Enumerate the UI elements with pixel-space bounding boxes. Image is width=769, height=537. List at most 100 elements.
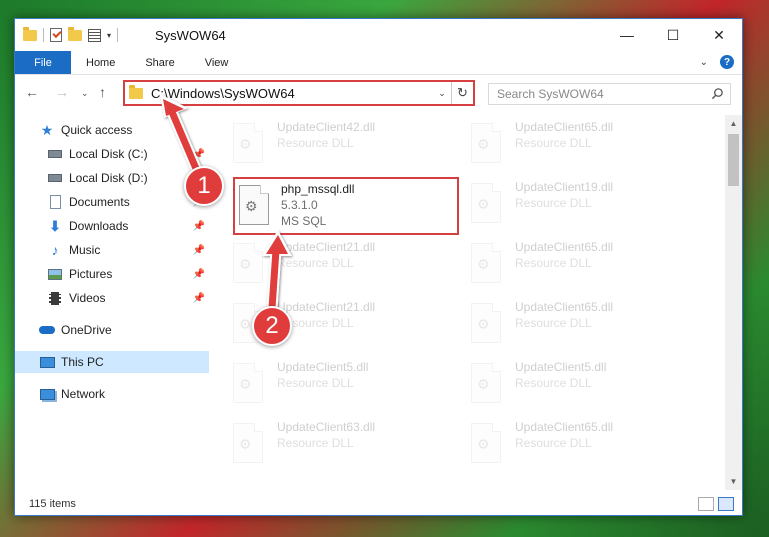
large-icons-view-icon[interactable] bbox=[718, 497, 734, 511]
sidebar-item-quick-access[interactable]: ★ Quick access bbox=[15, 119, 209, 141]
file-name: UpdateClient5.dll bbox=[277, 360, 369, 374]
pin-icon[interactable]: 📌 bbox=[193, 293, 205, 304]
view-toggle bbox=[698, 497, 734, 511]
sidebar-item-music[interactable]: ♪ Music 📌 bbox=[15, 239, 209, 261]
pin-icon[interactable]: 📌 bbox=[193, 245, 205, 256]
tab-view[interactable]: View bbox=[190, 51, 244, 74]
sidebar-item-label: Music bbox=[69, 243, 101, 257]
sidebar-item-label: Local Disk (D:) bbox=[69, 171, 148, 185]
toolbar-divider bbox=[117, 28, 119, 42]
dll-file-icon: ⚙ bbox=[233, 123, 263, 163]
gear-icon: ⚙ bbox=[477, 256, 490, 272]
file-list: ⚙ UpdateClient42.dll Resource DLL ⚙ php_m… bbox=[209, 115, 725, 490]
file-item[interactable]: ⚙ UpdateClient65.dll Resource DLL bbox=[461, 117, 681, 173]
music-icon: ♪ bbox=[51, 242, 59, 258]
file-name: UpdateClient19.dll bbox=[515, 180, 614, 194]
refresh-icon[interactable]: ↻ bbox=[451, 82, 473, 104]
file-type: Resource DLL bbox=[515, 256, 592, 270]
file-item[interactable]: ⚙ UpdateClient42.dll Resource DLL bbox=[223, 117, 443, 173]
maximize-button[interactable]: ☐ bbox=[650, 19, 696, 51]
file-explorer-window: ▾ SysWOW64 — ☐ ✕ File Home Share View ⌄ … bbox=[14, 18, 743, 516]
videos-icon bbox=[47, 290, 63, 306]
back-arrow-icon[interactable]: ← bbox=[25, 84, 39, 100]
expand-ribbon-chevron-icon[interactable]: ⌄ bbox=[700, 57, 708, 68]
help-icon[interactable]: ? bbox=[720, 55, 734, 69]
file-item[interactable]: ⚙ UpdateClient5.dll Resource DLL bbox=[223, 357, 443, 413]
scroll-down-arrow-icon[interactable]: ▼ bbox=[725, 473, 742, 490]
forward-arrow-icon[interactable]: → bbox=[55, 84, 69, 100]
sidebar-item-documents[interactable]: Documents 📌 bbox=[15, 191, 209, 213]
dll-file-icon: ⚙ bbox=[471, 363, 501, 403]
file-name: UpdateClient65.dll bbox=[515, 420, 614, 434]
download-icon: ⬇ bbox=[49, 217, 61, 234]
sidebar-item-this-pc[interactable]: This PC bbox=[15, 351, 209, 373]
pin-icon[interactable]: 📌 bbox=[193, 221, 205, 232]
window-controls: — ☐ ✕ bbox=[604, 19, 742, 51]
file-item[interactable]: ⚙ UpdateClient63.dll Resource DLL bbox=[223, 417, 443, 473]
item-count: 115 items bbox=[29, 498, 76, 510]
dll-file-icon: ⚙ bbox=[471, 243, 501, 283]
properties-check-icon[interactable] bbox=[50, 28, 62, 42]
file-type: Resource DLL bbox=[277, 436, 354, 450]
folder-icon[interactable] bbox=[23, 26, 37, 41]
dll-file-icon: ⚙ bbox=[471, 183, 501, 223]
file-item[interactable]: ⚙ UpdateClient21.dll Resource DLL bbox=[223, 237, 443, 293]
scroll-up-arrow-icon[interactable]: ▲ bbox=[725, 115, 742, 132]
properties-icon[interactable] bbox=[88, 28, 101, 42]
pin-icon[interactable]: 📌 bbox=[193, 149, 205, 160]
close-button[interactable]: ✕ bbox=[696, 19, 742, 51]
customize-toolbar-chevron-icon[interactable]: ▾ bbox=[107, 31, 111, 40]
dll-file-icon: ⚙ bbox=[471, 423, 501, 463]
tab-home[interactable]: Home bbox=[71, 51, 130, 74]
search-icon[interactable] bbox=[711, 87, 724, 100]
search-input[interactable]: Search SysWOW64 bbox=[488, 83, 731, 105]
file-item[interactable]: ⚙ UpdateClient65.dll Resource DLL bbox=[461, 297, 681, 353]
sidebar-item-network[interactable]: Network bbox=[15, 383, 209, 405]
file-type: Resource DLL bbox=[515, 316, 592, 330]
gear-icon: ⚙ bbox=[239, 376, 252, 392]
ribbon-right-controls: ⌄ ? bbox=[700, 55, 734, 69]
file-item[interactable]: ⚙ UpdateClient5.dll Resource DLL bbox=[461, 357, 681, 413]
sidebar-item-videos[interactable]: Videos 📌 bbox=[15, 287, 209, 309]
tab-file[interactable]: File bbox=[15, 51, 71, 74]
file-name: UpdateClient65.dll bbox=[515, 300, 614, 314]
drive-icon bbox=[47, 170, 63, 186]
file-item[interactable]: ⚙ UpdateClient65.dll Resource DLL bbox=[461, 237, 681, 293]
gear-icon: ⚙ bbox=[239, 316, 252, 332]
sidebar-item-label: Network bbox=[61, 387, 106, 401]
sidebar-item-local-disk-c[interactable]: Local Disk (C:) 📌 bbox=[15, 143, 209, 165]
address-path[interactable]: C:\Windows\SysWOW64 bbox=[151, 86, 433, 101]
up-arrow-icon[interactable]: ↑ bbox=[99, 84, 106, 100]
search-placeholder: Search SysWOW64 bbox=[497, 87, 604, 101]
file-item[interactable]: ⚙ UpdateClient19.dll Resource DLL bbox=[461, 177, 681, 233]
vertical-scrollbar[interactable]: ▲ ▼ bbox=[725, 115, 742, 490]
cloud-icon bbox=[39, 322, 55, 338]
documents-icon bbox=[47, 194, 63, 210]
minimize-button[interactable]: — bbox=[604, 19, 650, 51]
file-type: Resource DLL bbox=[277, 376, 354, 390]
sidebar-item-pictures[interactable]: Pictures 📌 bbox=[15, 263, 209, 285]
address-bar[interactable]: C:\Windows\SysWOW64 ⌄ ↻ bbox=[123, 80, 475, 106]
gear-icon: ⚙ bbox=[477, 436, 490, 452]
ribbon-tabs: File Home Share View ⌄ ? bbox=[15, 51, 742, 75]
file-name: UpdateClient21.dll bbox=[277, 240, 376, 254]
sidebar-item-onedrive[interactable]: OneDrive bbox=[15, 319, 209, 341]
file-version: 5.3.1.0 bbox=[281, 198, 318, 212]
address-dropdown-chevron-icon[interactable]: ⌄ bbox=[433, 88, 451, 99]
pin-icon[interactable]: 📌 bbox=[193, 269, 205, 280]
scrollbar-thumb[interactable] bbox=[728, 134, 739, 186]
details-view-icon[interactable] bbox=[698, 497, 714, 511]
recent-locations-chevron-icon[interactable]: ⌄ bbox=[81, 88, 89, 99]
tab-share[interactable]: Share bbox=[130, 51, 189, 74]
gear-icon: ⚙ bbox=[245, 198, 258, 214]
file-name: UpdateClient63.dll bbox=[277, 420, 376, 434]
file-item[interactable]: ⚙ UpdateClient65.dll Resource DLL bbox=[461, 417, 681, 473]
new-folder-icon[interactable] bbox=[68, 26, 82, 41]
sidebar-item-local-disk-d[interactable]: Local Disk (D:) bbox=[15, 167, 209, 189]
sidebar-item-label: Documents bbox=[69, 195, 130, 209]
toolbar-divider bbox=[43, 28, 44, 42]
file-name: UpdateClient65.dll bbox=[515, 240, 614, 254]
gear-icon: ⚙ bbox=[239, 136, 252, 152]
sidebar-item-downloads[interactable]: ⬇ Downloads 📌 bbox=[15, 215, 209, 237]
file-item-highlighted[interactable]: ⚙ php_mssql.dll 5.3.1.0 MS SQL bbox=[233, 177, 459, 235]
